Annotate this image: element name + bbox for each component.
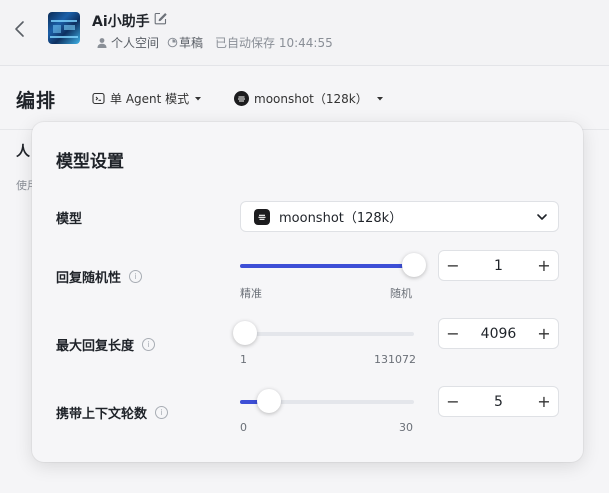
max-length-stepper[interactable]: − 4096 + <box>438 318 559 349</box>
moonshot-logo-icon <box>234 91 249 106</box>
max-length-label: 最大回复长度 i <box>56 335 156 354</box>
info-icon[interactable]: i <box>155 406 169 419</box>
max-length-label-text: 最大回复长度 <box>56 339 135 354</box>
increment-button[interactable]: + <box>530 319 558 348</box>
slider-thumb[interactable] <box>402 253 426 277</box>
moonshot-logo-icon <box>254 208 270 225</box>
edit-icon[interactable] <box>154 12 167 25</box>
temperature-value[interactable]: 1 <box>467 251 530 280</box>
slider-max-label: 30 <box>399 421 413 434</box>
caret-down-icon <box>376 96 383 100</box>
model-select-value: moonshot（128k） <box>279 211 403 226</box>
top-bar: Ai小助手 个人空间 草稿 已自动保存 10:44:55 <box>0 0 609 66</box>
draft-status: 草稿 <box>179 36 204 50</box>
app-title: Ai小助手 <box>92 14 150 30</box>
section-heading: 人 <box>16 144 30 160</box>
context-rounds-value[interactable]: 5 <box>467 387 530 416</box>
model-dropdown[interactable]: moonshot（128k） <box>234 90 384 107</box>
agent-mode-label: 单 Agent 模式 <box>110 92 190 106</box>
slider-fill <box>240 264 414 268</box>
slider-thumb[interactable] <box>233 321 258 345</box>
temperature-label-text: 回复随机性 <box>56 271 122 286</box>
model-label: moonshot（128k） <box>254 92 368 106</box>
bot-avatar <box>48 12 80 44</box>
chevron-left-icon[interactable] <box>12 19 28 39</box>
context-rounds-label: 携带上下文轮数 i <box>56 403 169 422</box>
context-rounds-label-text: 携带上下文轮数 <box>56 407 148 422</box>
workspace-label: 个人空间 <box>111 36 160 50</box>
temperature-stepper[interactable]: − 1 + <box>438 250 559 281</box>
max-length-slider[interactable] <box>233 321 414 345</box>
model-label-text: 模型 <box>56 212 83 227</box>
page-header: 编排 单 Agent 模式 moonshot（128k） <box>0 66 609 130</box>
increment-button[interactable]: + <box>530 387 558 416</box>
draft-icon <box>167 37 178 48</box>
panel-title: 模型设置 <box>56 152 124 172</box>
info-icon[interactable]: i <box>129 270 143 283</box>
temperature-slider[interactable] <box>240 253 426 277</box>
increment-button[interactable]: + <box>530 251 558 280</box>
agent-mode-dropdown[interactable]: 单 Agent 模式 <box>92 90 202 107</box>
context-rounds-stepper[interactable]: − 5 + <box>438 386 559 417</box>
slider-max-label: 随机 <box>390 287 412 300</box>
model-settings-panel: 模型设置 模型 moonshot（128k） 回复随机性 i 精准 随机 − 1… <box>32 122 583 462</box>
decrement-button[interactable]: − <box>439 319 467 348</box>
slider-thumb[interactable] <box>257 389 282 413</box>
autosave-status: 已自动保存 10:44:55 <box>215 36 333 50</box>
page-title: 编排 <box>16 90 57 112</box>
info-icon[interactable]: i <box>142 338 156 351</box>
slider-min-label: 0 <box>240 421 247 434</box>
model-select[interactable]: moonshot（128k） <box>240 201 559 232</box>
slider-max-label: 131072 <box>374 353 416 366</box>
max-length-value[interactable]: 4096 <box>467 319 530 348</box>
decrement-button[interactable]: − <box>439 387 467 416</box>
chevron-down-icon <box>537 214 547 220</box>
caret-down-icon <box>195 96 202 100</box>
agent-mode-icon <box>92 92 105 105</box>
app-meta: 个人空间 草稿 已自动保存 10:44:55 <box>96 34 333 51</box>
model-row-label: 模型 <box>56 208 82 227</box>
context-rounds-slider[interactable] <box>240 389 414 413</box>
user-icon <box>97 37 107 48</box>
decrement-button[interactable]: − <box>439 251 467 280</box>
slider-min-label: 1 <box>240 353 247 366</box>
slider-min-label: 精准 <box>240 287 262 300</box>
temperature-label: 回复随机性 i <box>56 267 143 286</box>
